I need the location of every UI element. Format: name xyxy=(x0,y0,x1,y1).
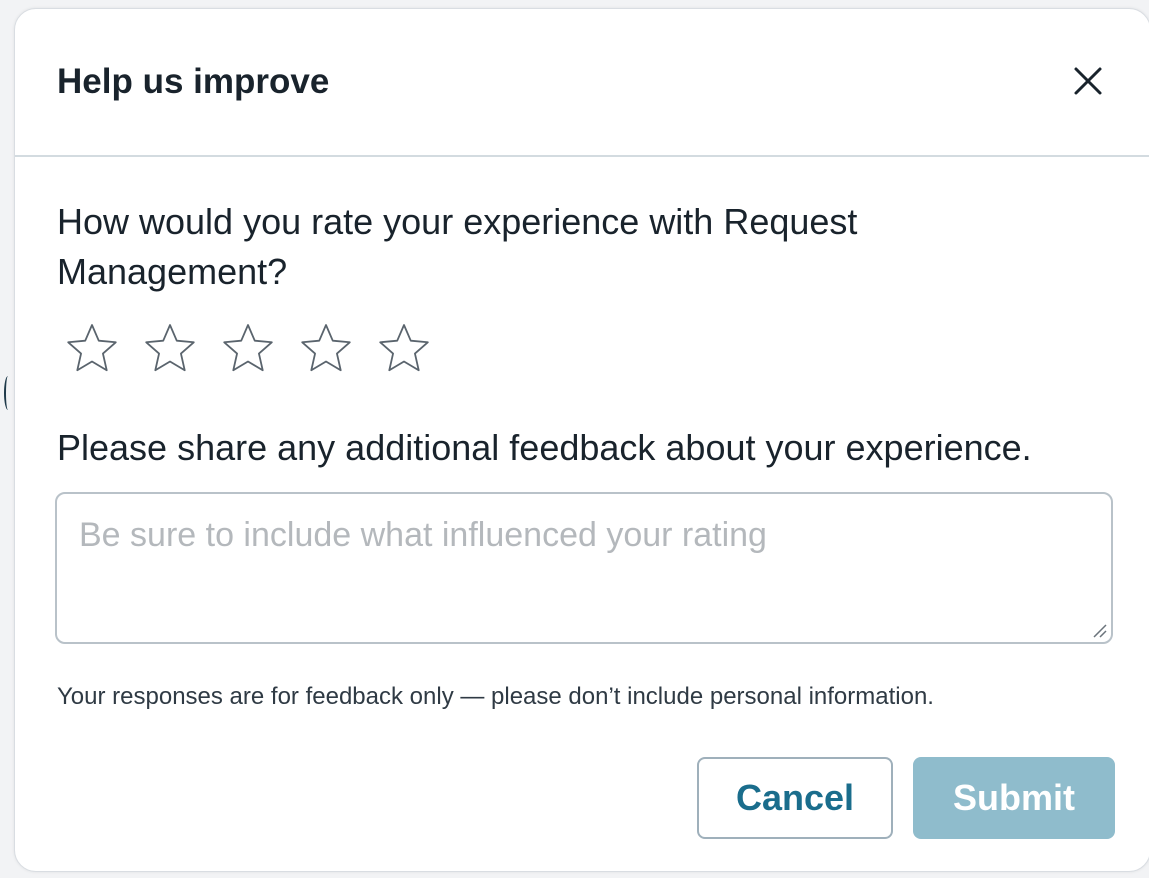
star-2-star-outline-icon[interactable] xyxy=(143,321,197,375)
feedback-textarea[interactable] xyxy=(57,494,1111,642)
feedback-field-container xyxy=(55,492,1113,644)
close-icon xyxy=(1074,67,1102,95)
resize-handle-icon[interactable] xyxy=(1091,622,1107,638)
star-1-star-outline-icon[interactable] xyxy=(65,321,119,375)
close-button[interactable] xyxy=(1070,63,1106,99)
privacy-disclaimer: Your responses are for feedback only — p… xyxy=(57,683,934,710)
star-4-star-outline-icon[interactable] xyxy=(299,321,353,375)
star-3-star-outline-icon[interactable] xyxy=(221,321,275,375)
star-5-star-outline-icon[interactable] xyxy=(377,321,431,375)
cancel-button[interactable]: Cancel xyxy=(697,757,893,839)
dialog-header: Help us improve xyxy=(15,9,1149,157)
feedback-label: Please share any additional feedback abo… xyxy=(57,427,1032,468)
rating-question: How would you rate your experience with … xyxy=(57,201,858,292)
submit-button[interactable]: Submit xyxy=(913,757,1115,839)
star-rating xyxy=(65,321,431,375)
dialog-title: Help us improve xyxy=(57,62,330,101)
background-element-edge xyxy=(4,376,12,410)
feedback-dialog: Help us improve How would you rate your … xyxy=(14,8,1149,872)
